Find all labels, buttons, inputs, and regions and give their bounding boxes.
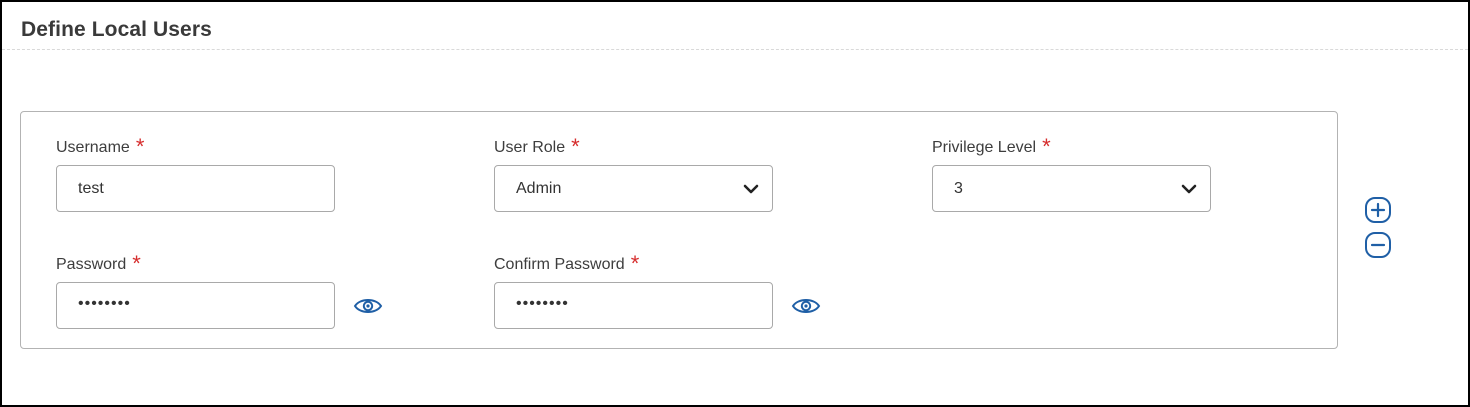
privilege-level-selected: 3 — [954, 180, 963, 197]
plus-circle-icon[interactable] — [1364, 196, 1392, 224]
user-role-label-text: User Role — [494, 139, 566, 156]
confirm-password-label: Confirm Password * — [494, 249, 640, 276]
password-input[interactable]: •••••••• — [56, 282, 335, 329]
local-user-row: Username * test User Role * Admin Privileg… — [20, 111, 1338, 349]
required-asterisk: * — [630, 251, 640, 276]
username-label: Username * — [56, 132, 145, 159]
eye-icon[interactable] — [791, 296, 821, 316]
password-label-text: Password — [56, 256, 127, 273]
privilege-level-label: Privilege Level * — [932, 132, 1051, 159]
privilege-level-select[interactable]: 3 — [932, 165, 1211, 212]
username-value: test — [78, 180, 104, 197]
chevron-down-icon — [1181, 184, 1197, 194]
required-asterisk: * — [132, 251, 141, 276]
define-local-users-panel: Define Local Users Username * test User R… — [0, 0, 1470, 407]
user-role-label: User Role * — [494, 132, 580, 159]
password-label: Password * — [56, 249, 141, 276]
confirm-password-label-text: Confirm Password — [494, 256, 625, 273]
title-divider — [2, 49, 1468, 50]
user-role-select[interactable]: Admin — [494, 165, 773, 212]
user-role-selected: Admin — [516, 180, 562, 197]
confirm-password-masked-value: •••••••• — [516, 295, 569, 312]
minus-circle-icon[interactable] — [1364, 231, 1392, 259]
chevron-down-icon — [743, 184, 759, 194]
eye-icon[interactable] — [353, 296, 383, 316]
username-input[interactable]: test — [56, 165, 335, 212]
username-label-text: Username — [56, 139, 130, 156]
required-asterisk: * — [1042, 134, 1051, 159]
required-asterisk: * — [135, 134, 145, 159]
panel-title: Define Local Users — [21, 18, 212, 41]
required-asterisk: * — [571, 134, 580, 159]
password-masked-value: •••••••• — [78, 295, 131, 312]
confirm-password-input[interactable]: •••••••• — [494, 282, 773, 329]
privilege-level-label-text: Privilege Level — [932, 139, 1037, 156]
